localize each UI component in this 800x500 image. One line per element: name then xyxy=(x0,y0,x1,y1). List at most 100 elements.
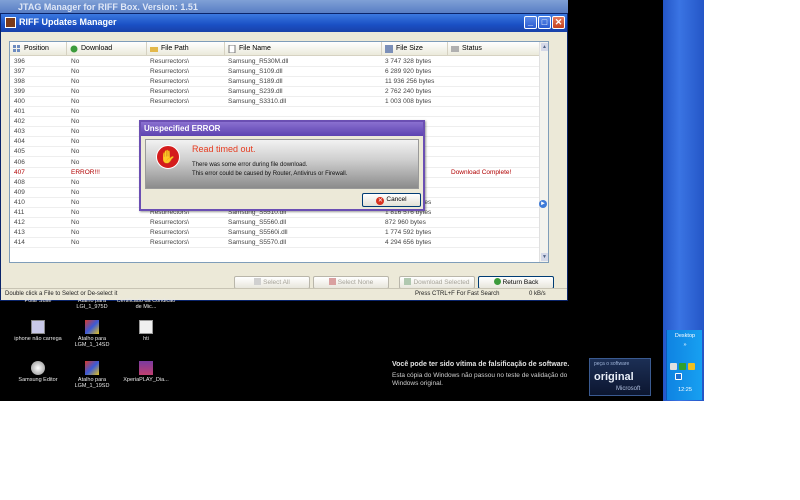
screen: JTAG Manager for RIFF Box. Version: 1.51… xyxy=(0,0,704,401)
column-header-file-size[interactable]: File Size xyxy=(382,42,448,56)
cell-download: No xyxy=(71,178,80,186)
cell-path: Resurrectors\ xyxy=(150,218,190,226)
table-row[interactable]: 412 No Resurrectors\ Samsung_S5560.dll 872 9… xyxy=(10,218,542,228)
column-header-status[interactable]: Status xyxy=(448,42,542,56)
status-search-hint: Press CTRL+F For Fast Search xyxy=(415,291,500,297)
folder-icon xyxy=(150,47,158,52)
cell-position: 414 xyxy=(14,238,25,246)
cell-position: 404 xyxy=(14,138,25,146)
table-row[interactable]: 397 No Resurrectors\ Samsung_S109.dll 6 289 … xyxy=(10,67,542,78)
cell-name: Samsung_S109.dll xyxy=(228,68,283,76)
desktop-icon-xperia[interactable]: XperiaPLAY_Dia... xyxy=(116,361,176,383)
window-titlebar[interactable]: RIFF Updates Manager _ □ ✕ xyxy=(1,14,567,32)
desktop-toolbar-label[interactable]: Desktop xyxy=(667,333,703,339)
download-icon xyxy=(404,278,412,285)
cell-position: 402 xyxy=(14,118,25,126)
cell-name: Samsung_S3310.dll xyxy=(228,98,287,106)
cell-download: No xyxy=(71,228,80,236)
cell-position: 410 xyxy=(14,198,25,206)
cell-status xyxy=(451,127,541,137)
desktop-icon-certificado[interactable]: Certificado da Condicao de Mic... xyxy=(116,298,176,310)
maximize-button[interactable]: □ xyxy=(538,16,551,29)
cell-status xyxy=(451,137,541,147)
shield-icon[interactable] xyxy=(688,363,695,370)
cell-download: No xyxy=(71,88,80,96)
table-row[interactable]: 399 No Resurrectors\ Samsung_S239.dll 2 762 … xyxy=(10,87,542,98)
cell-size: 6 289 920 bytes xyxy=(385,68,432,76)
genuine-warning-title: Você pode ter sido vítima de falsificaçã… xyxy=(392,361,570,368)
cell-path: Resurrectors\ xyxy=(150,78,190,86)
desktop-icon-polar-suite[interactable]: Polar Suite xyxy=(8,298,68,304)
cell-status xyxy=(451,147,541,157)
window-title: RIFF Updates Manager xyxy=(19,17,117,27)
close-button[interactable]: ✕ xyxy=(552,16,565,29)
table-row[interactable]: 414 No Resurrectors\ Samsung_S5570.dll 4 294… xyxy=(10,238,542,248)
cell-name: Samsung_R530M.dll xyxy=(228,58,289,65)
cell-status xyxy=(451,117,541,127)
cell-status xyxy=(451,228,541,238)
vertical-scrollbar[interactable]: ▲ ▼ xyxy=(539,42,548,262)
network-icon[interactable] xyxy=(670,363,677,370)
app-icon xyxy=(5,17,16,28)
checkbox-icon xyxy=(254,278,262,285)
status-icon xyxy=(451,46,459,52)
genuine-warning-text: Esta cópia do Windows não passou no test… xyxy=(392,372,568,387)
system-tray: Desktop » 12:25 xyxy=(666,330,702,400)
size-icon xyxy=(385,45,393,53)
desktop-icon-samsung-editor[interactable]: Samsung Editor xyxy=(8,361,68,383)
column-header-file-path[interactable]: File Path xyxy=(147,42,225,56)
gear-icon xyxy=(31,361,45,375)
document-icon xyxy=(31,320,45,334)
cell-status xyxy=(451,218,541,228)
minimize-button[interactable]: _ xyxy=(524,16,537,29)
table-row[interactable]: 398 No Resurrectors\ Samsung_S189.dll 11 936… xyxy=(10,77,542,88)
scroll-down-icon[interactable]: ▼ xyxy=(541,253,548,261)
cell-download: No xyxy=(71,198,80,206)
dialog-message-line1: There was some error during file downloa… xyxy=(192,162,308,168)
cancel-button[interactable]: ✕ Cancel xyxy=(362,193,421,207)
dialog-body: ✋ Read timed out. There was some error d… xyxy=(145,139,419,189)
cell-size: 1 003 008 bytes xyxy=(385,98,432,106)
cell-name: Samsung_S5560.dll xyxy=(228,218,287,226)
cell-name: Samsung_S5570.dll xyxy=(228,238,287,246)
cell-status xyxy=(451,238,541,248)
chevron-icon[interactable]: » xyxy=(667,342,703,348)
arrow-right-icon[interactable]: ► xyxy=(539,200,547,208)
table-row[interactable]: 401 No xyxy=(10,107,542,118)
table-row[interactable]: 413 No Resurrectors\ Samsung_S5560i.dll 1 77… xyxy=(10,228,542,238)
cell-download: No xyxy=(71,218,80,226)
cell-position: 401 xyxy=(14,108,25,116)
status-speed: 0 kB/s xyxy=(529,291,546,297)
desktop-icon-lgm14-shortcut[interactable]: Atalho para LGM_1_14SD xyxy=(62,320,122,348)
cell-status xyxy=(451,208,541,218)
column-header-position[interactable]: Position xyxy=(10,42,67,56)
download-icon xyxy=(70,45,78,53)
desktop-icon-lgi-shortcut[interactable]: Atalho para LGI_1_975D xyxy=(62,298,122,310)
cell-name: Samsung_S5560i.dll xyxy=(228,228,288,236)
cell-download: No xyxy=(71,128,80,136)
cell-download: No xyxy=(71,118,80,126)
cell-path: Resurrectors\ xyxy=(150,58,190,65)
column-header-file-name[interactable]: File Name xyxy=(225,42,382,56)
scroll-up-icon[interactable]: ▲ xyxy=(541,43,548,51)
cell-status xyxy=(451,67,541,77)
desktop-icon-iphone[interactable]: iphone não carrega xyxy=(8,320,68,342)
dialog-heading: Read timed out. xyxy=(192,144,256,154)
cell-status xyxy=(451,77,541,87)
cell-path: Resurrectors\ xyxy=(150,68,190,76)
cell-download: No xyxy=(71,208,80,216)
desktop-icon-hti[interactable]: hti xyxy=(116,320,176,342)
table-row[interactable]: 396 No Resurrectors\ Samsung_R530M.dll 3 747… xyxy=(10,57,542,67)
column-header-download[interactable]: Download xyxy=(67,42,147,56)
cell-name: Samsung_S239.dll xyxy=(228,88,283,96)
security-icon[interactable] xyxy=(679,363,686,370)
clock[interactable]: 12:25 xyxy=(667,387,703,393)
desktop-icon-lgm19-shortcut[interactable]: Atalho para LGM_1_19SD xyxy=(62,361,122,389)
flash-tool-icon xyxy=(85,361,99,375)
cell-position: 406 xyxy=(14,158,25,166)
cell-position: 397 xyxy=(14,68,25,76)
table-row[interactable]: 400 No Resurrectors\ Samsung_S3310.dll 1 003… xyxy=(10,97,542,108)
dialog-title[interactable]: Unspecified ERROR xyxy=(141,122,423,136)
background-window-title: JTAG Manager for RIFF Box. Version: 1.51 xyxy=(18,2,198,12)
volume-icon[interactable] xyxy=(675,373,682,380)
